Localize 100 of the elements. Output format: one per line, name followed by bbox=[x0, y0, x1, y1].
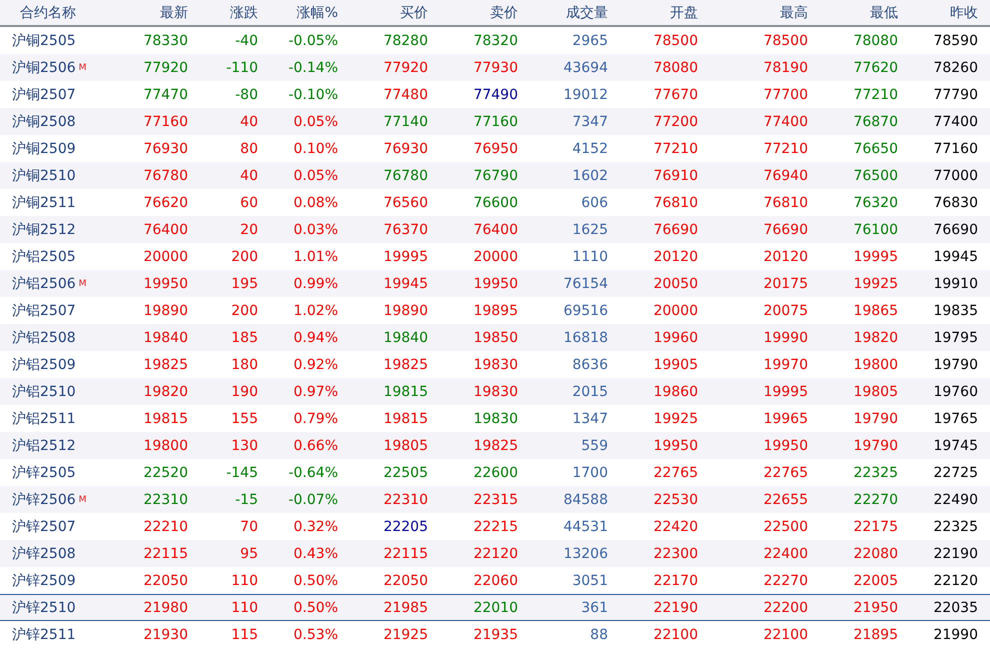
column-header[interactable]: 合约名称 bbox=[0, 4, 76, 22]
table-cell: 77000 bbox=[933, 168, 978, 184]
main-contract-label: M bbox=[78, 494, 86, 504]
table-cell: 76560 bbox=[383, 194, 428, 210]
table-cell: 19965 bbox=[763, 410, 808, 426]
table-cell: 76320 bbox=[853, 194, 898, 210]
table-cell: 77210 bbox=[653, 140, 698, 156]
table-row[interactable]: 沪铝2510 19820 190 0.97% 19815 19830 2015 19860 19995 19805 19760 bbox=[0, 378, 990, 405]
table-cell: 180 bbox=[231, 356, 258, 372]
table-row[interactable]: 沪铝2512 19800 130 0.66% 19805 19825 559 19950 19950 19790 19745 bbox=[0, 432, 990, 459]
table-row[interactable]: 沪锌2510 21980 110 0.50% 21985 22010 361 22190 22200 21950 22035 bbox=[0, 594, 990, 621]
column-header[interactable]: 最新 bbox=[160, 4, 188, 22]
table-row[interactable]: 沪铝2508 19840 185 0.94% 19840 19850 16818 19960 19990 19820 19795 bbox=[0, 324, 990, 351]
table-cell: 22725 bbox=[933, 464, 978, 480]
table-cell: 78320 bbox=[473, 32, 518, 48]
table-cell: 60 bbox=[240, 194, 258, 210]
table-row[interactable]: 沪铝2505 20000 200 1.01% 19995 20000 1110 20120 20120 19995 19945 bbox=[0, 243, 990, 270]
table-cell: 19790 bbox=[933, 356, 978, 372]
column-header[interactable]: 最高 bbox=[780, 4, 808, 22]
table-cell: 22215 bbox=[473, 518, 518, 534]
table-row[interactable]: 沪锌2509 22050 110 0.50% 22050 22060 3051 22170 22270 22005 22120 bbox=[0, 567, 990, 594]
table-cell: 77160 bbox=[473, 114, 518, 130]
table-cell: 22310 bbox=[143, 492, 188, 508]
table-cell: 19840 bbox=[143, 330, 188, 346]
table-cell: 22115 bbox=[383, 546, 428, 562]
table-cell: 22200 bbox=[763, 600, 808, 616]
table-cell: 76950 bbox=[473, 140, 518, 156]
table-cell: 22080 bbox=[853, 546, 898, 562]
table-cell: 19945 bbox=[933, 248, 978, 264]
contract-name: 沪锌2511 bbox=[12, 626, 76, 644]
table-cell: 20175 bbox=[763, 276, 808, 292]
column-header[interactable]: 涨幅% bbox=[296, 4, 338, 22]
table-cell: 22205 bbox=[383, 518, 428, 534]
table-cell: 185 bbox=[231, 330, 258, 346]
table-cell: 22270 bbox=[763, 572, 808, 588]
table-row[interactable]: 沪铜2511 76620 60 0.08% 76560 76600 606 76810 76810 76320 76830 bbox=[0, 189, 990, 216]
table-row[interactable]: 沪锌2507 22210 70 0.32% 22205 22215 44531 22420 22500 22175 22325 bbox=[0, 513, 990, 540]
table-row[interactable]: 沪铜2509 76930 80 0.10% 76930 76950 4152 77210 77210 76650 77160 bbox=[0, 135, 990, 162]
table-row[interactable]: 沪铜2506 $^{M}$ 77920 -110 -0.14% 77920 77930 43694 78080 78190 77620 78260 bbox=[0, 54, 990, 81]
table-cell: 20120 bbox=[763, 248, 808, 264]
table-cell: 19800 bbox=[143, 438, 188, 454]
table-cell: 22300 bbox=[653, 546, 698, 562]
table-cell: 77490 bbox=[473, 86, 518, 102]
table-cell: 76650 bbox=[853, 140, 898, 156]
contract-name: 沪锌2508 bbox=[12, 544, 76, 562]
table-cell: 19860 bbox=[653, 384, 698, 400]
column-header[interactable]: 卖价 bbox=[490, 4, 518, 22]
table-row[interactable]: 沪锌2505 22520 -145 -0.64% 22505 22600 1700 22765 22765 22325 22725 bbox=[0, 459, 990, 486]
table-cell: 76910 bbox=[653, 168, 698, 184]
table-cell: 1.01% bbox=[294, 248, 338, 264]
table-cell: 22765 bbox=[653, 464, 698, 480]
column-header[interactable]: 昨收 bbox=[950, 4, 978, 22]
table-cell: 19945 bbox=[383, 276, 428, 292]
table-cell: 361 bbox=[581, 600, 608, 616]
table-row[interactable]: 沪铜2512 76400 20 0.03% 76370 76400 1625 76690 76690 76100 76690 bbox=[0, 216, 990, 243]
column-header[interactable]: 成交量 bbox=[566, 4, 608, 22]
table-cell: 19840 bbox=[383, 330, 428, 346]
table-row[interactable]: 沪锌2508 22115 95 0.43% 22115 22120 13206 22300 22400 22080 22190 bbox=[0, 540, 990, 567]
table-cell: 1602 bbox=[572, 168, 608, 184]
column-header[interactable]: 开盘 bbox=[670, 4, 698, 22]
column-header[interactable]: 涨跌 bbox=[230, 4, 258, 22]
table-cell: 77920 bbox=[143, 60, 188, 76]
column-header[interactable]: 最低 bbox=[870, 4, 898, 22]
table-row[interactable]: 沪铜2505 78330 -40 -0.05% 78280 78320 2965 78500 78500 78080 78590 bbox=[0, 27, 990, 54]
column-header[interactable]: 买价 bbox=[400, 4, 428, 22]
table-cell: 22400 bbox=[763, 546, 808, 562]
table-row[interactable]: 沪铜2508 77160 40 0.05% 77140 77160 7347 77200 77400 76870 77400 bbox=[0, 108, 990, 135]
table-row[interactable]: 沪铝2511 19815 155 0.79% 19815 19830 1347 19925 19965 19790 19765 bbox=[0, 405, 990, 432]
table-cell: 0.99% bbox=[294, 276, 338, 292]
table-cell: 20000 bbox=[143, 248, 188, 264]
table-row[interactable]: 沪铝2507 19890 200 1.02% 19890 19895 69516 20000 20075 19865 19835 bbox=[0, 297, 990, 324]
table-cell: -0.05% bbox=[288, 32, 338, 48]
table-row[interactable]: 沪铜2507 77470 -80 -0.10% 77480 77490 19012 77670 77700 77210 77790 bbox=[0, 81, 990, 108]
table-cell: 606 bbox=[581, 194, 608, 210]
table-cell: 200 bbox=[231, 248, 258, 264]
table-cell: 76690 bbox=[763, 222, 808, 238]
table-cell: 0.43% bbox=[294, 546, 338, 562]
table-cell: 22050 bbox=[383, 572, 428, 588]
table-cell: 0.50% bbox=[294, 600, 338, 616]
table-cell: 78590 bbox=[933, 32, 978, 48]
table-cell: 76870 bbox=[853, 114, 898, 130]
table-row[interactable]: 沪铝2509 19825 180 0.92% 19825 19830 8636 19905 19970 19800 19790 bbox=[0, 351, 990, 378]
contract-name: 沪铝2505 bbox=[12, 248, 76, 266]
table-cell: 43694 bbox=[563, 60, 608, 76]
table-row[interactable]: 沪锌2506 $^{M}$ 22310 -15 -0.07% 22310 22315 84588 22530 22655 22270 22490 bbox=[0, 486, 990, 513]
table-cell: 22175 bbox=[853, 518, 898, 534]
table-cell: 76620 bbox=[143, 194, 188, 210]
table-row[interactable]: 沪锌2511 21930 115 0.53% 21925 21935 88 22100 22100 21895 21990 bbox=[0, 621, 990, 648]
table-cell: 76370 bbox=[383, 222, 428, 238]
table-cell: 22765 bbox=[763, 464, 808, 480]
contract-name: 沪铜2508 bbox=[12, 112, 76, 130]
table-row[interactable]: 沪铝2506 $^{M}$ 19950 195 0.99% 19945 19950 76154 20050 20175 19925 19910 bbox=[0, 270, 990, 297]
table-cell: 110 bbox=[231, 572, 258, 588]
table-cell: 20050 bbox=[653, 276, 698, 292]
contract-name: 沪铜2506 bbox=[12, 58, 76, 76]
table-cell: 76100 bbox=[853, 222, 898, 238]
table-row[interactable]: 沪铜2510 76780 40 0.05% 76780 76790 1602 76910 76940 76500 77000 bbox=[0, 162, 990, 189]
table-cell: 2015 bbox=[572, 384, 608, 400]
table-cell: 88 bbox=[590, 626, 608, 642]
table-cell: -15 bbox=[235, 492, 258, 508]
